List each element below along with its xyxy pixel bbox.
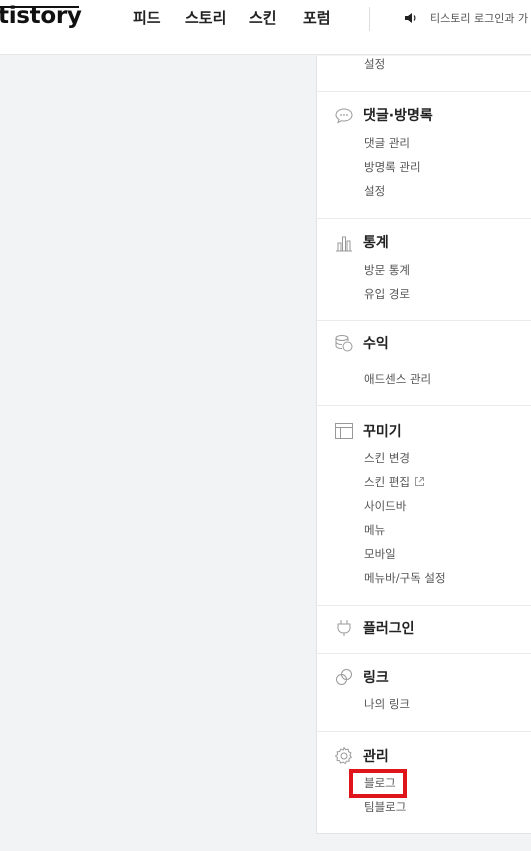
nav-divider xyxy=(369,7,370,31)
menu-skin-change[interactable]: 스킨 변경 xyxy=(364,450,410,466)
layout-icon xyxy=(335,423,353,439)
section-divider xyxy=(317,405,531,406)
menu-settings-top[interactable]: 설정 xyxy=(364,56,385,72)
speech-bubble-icon xyxy=(335,108,353,124)
nav-feed[interactable]: 피드 xyxy=(133,7,161,28)
menu-comment-manage[interactable]: 댓글 관리 xyxy=(364,135,410,151)
menu-guestbook-manage[interactable]: 방명록 관리 xyxy=(364,159,421,175)
menu-skin-edit[interactable]: 스킨 편집 xyxy=(364,474,425,490)
menu-mobile[interactable]: 모바일 xyxy=(364,546,396,562)
menu-menu[interactable]: 메뉴 xyxy=(364,522,385,538)
section-manage[interactable]: 관리 xyxy=(363,746,389,766)
menu-adsense[interactable]: 애드센스 관리 xyxy=(364,371,431,387)
bar-chart-icon xyxy=(336,236,352,252)
section-divider xyxy=(317,653,531,654)
admin-sidebar: 설정 댓글·방명록 댓글 관리 방명록 관리 설정 통계 방문 통계 유입 경로… xyxy=(316,56,531,834)
menu-visit-stats[interactable]: 방문 통계 xyxy=(364,262,410,278)
section-link[interactable]: 링크 xyxy=(363,667,389,687)
nav-story[interactable]: 스토리 xyxy=(185,7,226,28)
speaker-icon xyxy=(405,13,416,23)
nav-skin[interactable]: 스킨 xyxy=(249,7,277,28)
section-divider xyxy=(317,320,531,321)
section-divider xyxy=(317,605,531,606)
section-stats[interactable]: 통계 xyxy=(363,232,389,252)
menu-comment-settings[interactable]: 설정 xyxy=(364,183,385,199)
coins-icon xyxy=(335,335,353,352)
gear-icon xyxy=(335,747,352,764)
external-link-icon xyxy=(414,477,424,486)
section-revenue[interactable]: 수익 xyxy=(363,333,389,353)
highlight-box xyxy=(349,769,407,798)
section-decorate[interactable]: 꾸미기 xyxy=(363,421,402,441)
link-icon xyxy=(336,669,352,685)
menu-my-links[interactable]: 나의 링크 xyxy=(364,696,410,712)
menu-sidebar[interactable]: 사이드바 xyxy=(364,498,406,514)
notice-text[interactable]: 티스토리 로그인과 가 xyxy=(430,10,528,26)
menu-skin-edit-label: 스킨 편집 xyxy=(364,475,410,489)
tistory-logo[interactable]: tistory xyxy=(0,3,82,29)
plug-icon xyxy=(337,620,351,636)
section-divider xyxy=(317,218,531,219)
menu-menubar-subscribe[interactable]: 메뉴바/구독 설정 xyxy=(364,570,446,586)
nav-forum[interactable]: 포럼 xyxy=(303,7,331,28)
section-divider xyxy=(317,731,531,732)
section-comments[interactable]: 댓글·방명록 xyxy=(363,105,433,125)
top-header: tistory 피드 스토리 스킨 포럼 티스토리 로그인과 가 xyxy=(0,0,531,55)
section-plugin[interactable]: 플러그인 xyxy=(363,618,415,638)
section-divider xyxy=(317,91,531,92)
menu-referrer[interactable]: 유입 경로 xyxy=(364,286,410,302)
menu-team-blog[interactable]: 팀블로그 xyxy=(364,799,406,815)
